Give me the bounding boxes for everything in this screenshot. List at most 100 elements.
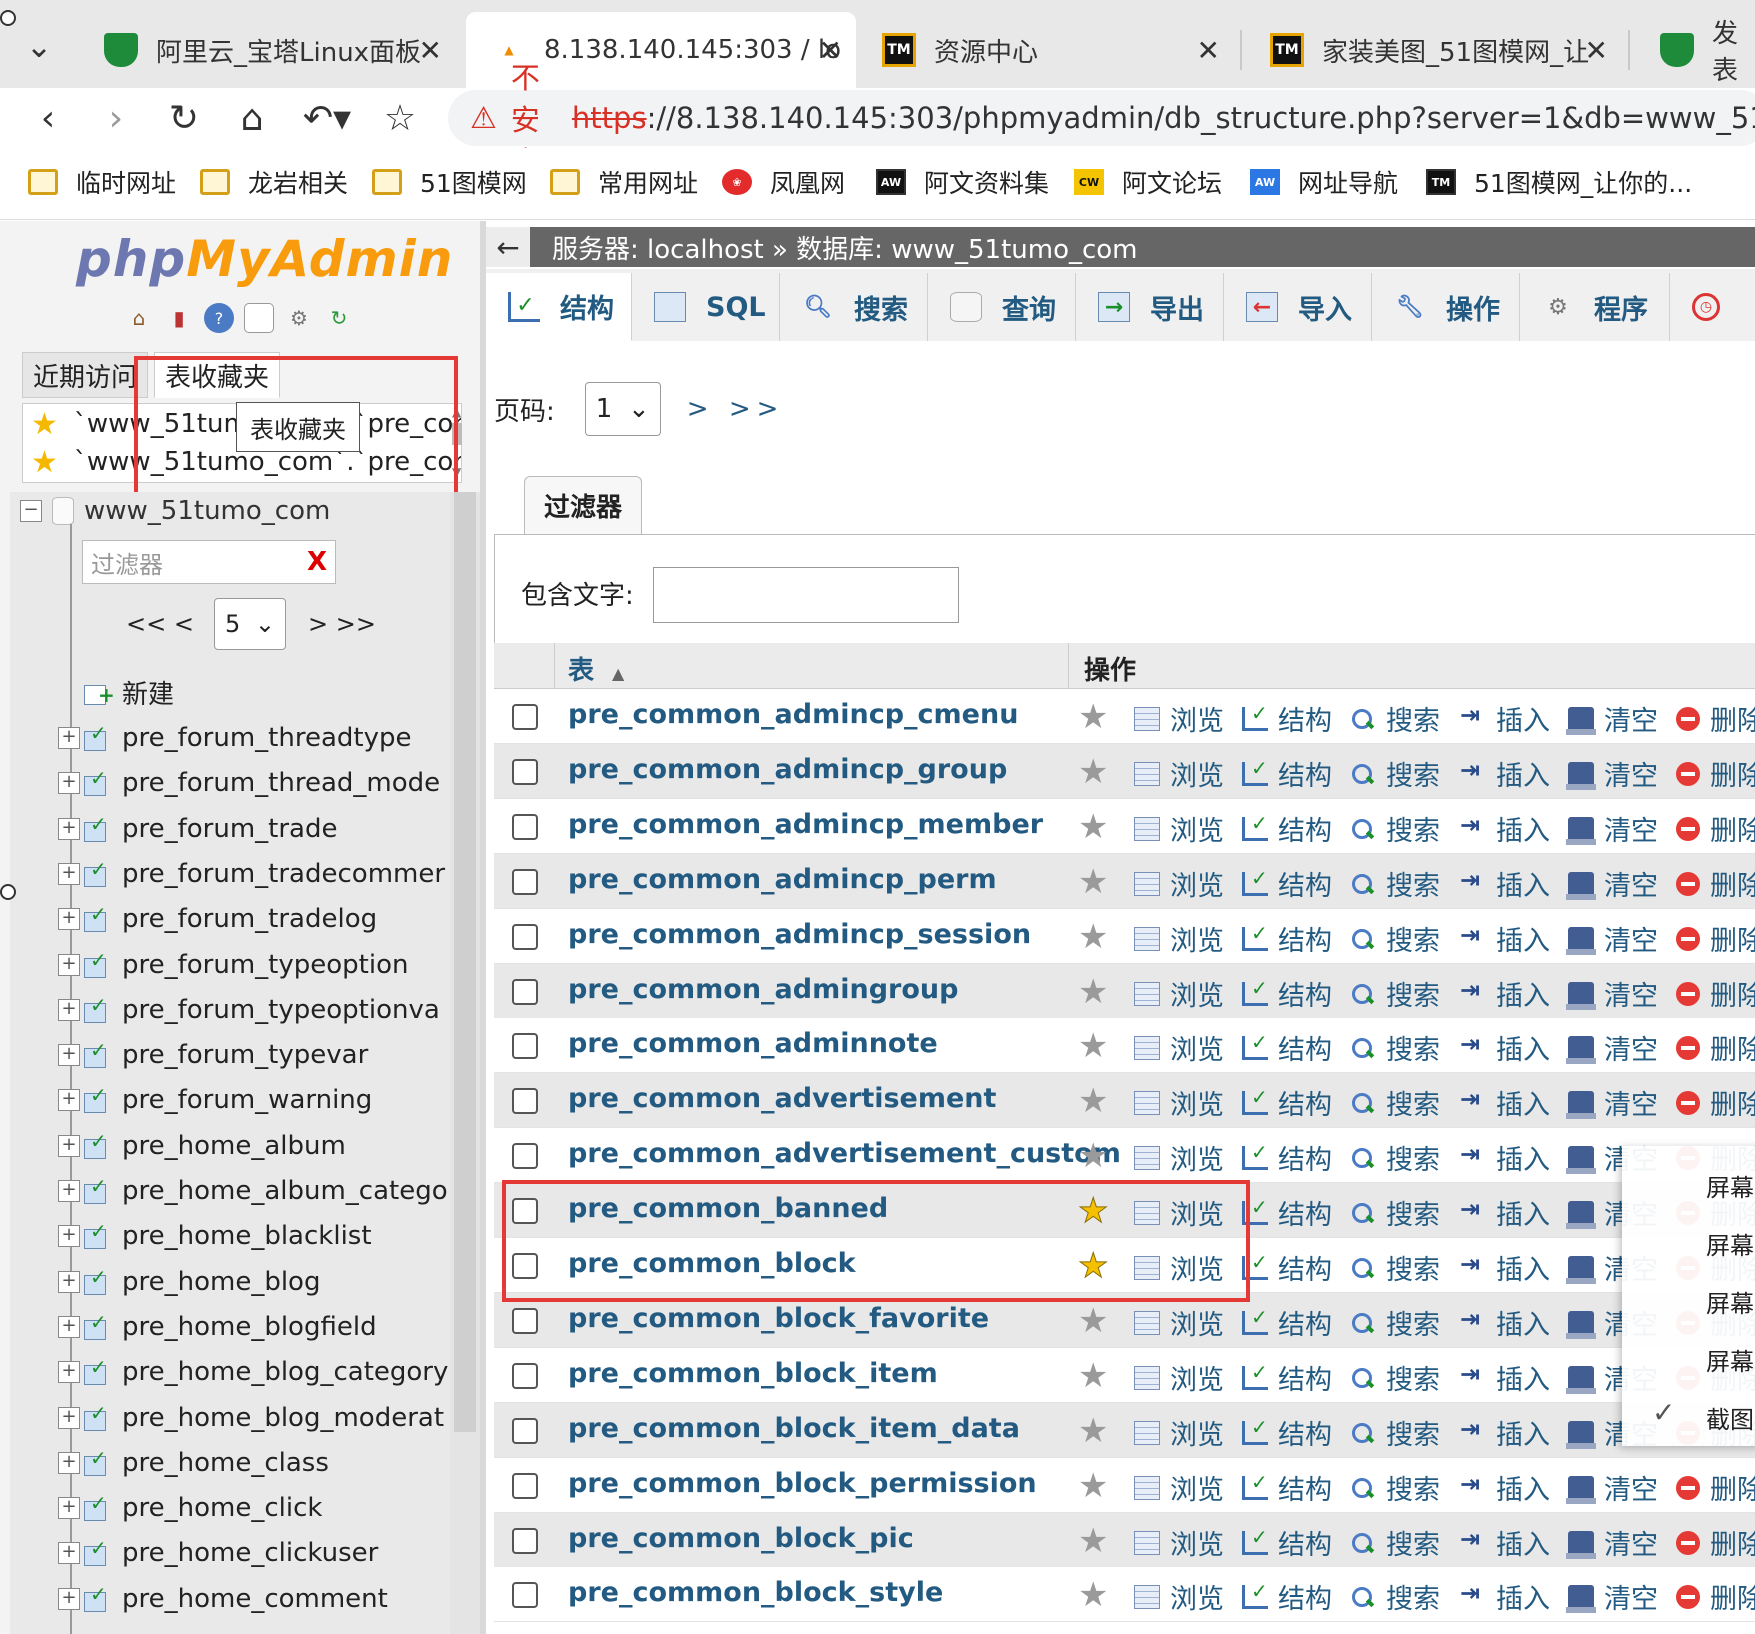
tree-table-item[interactable]: + pre_home_blog xyxy=(58,1262,320,1302)
collapse-icon[interactable]: − xyxy=(20,500,42,522)
action-drop[interactable]: 删除 xyxy=(1676,864,1755,903)
row-checkbox[interactable] xyxy=(512,1363,538,1389)
expand-icon[interactable]: + xyxy=(58,1588,80,1610)
expand-icon[interactable]: + xyxy=(58,1452,80,1474)
action-browse[interactable]: 浏览 xyxy=(1134,1028,1224,1067)
tab-sql[interactable]: SQL xyxy=(632,273,780,341)
context-menu-item[interactable]: 屏幕 xyxy=(1706,1226,1754,1261)
action-search[interactable]: 搜索 xyxy=(1350,974,1440,1013)
table-name-link[interactable]: pre_common_admingroup xyxy=(568,974,958,1005)
tree-table-item[interactable]: + pre_forum_threadtype xyxy=(58,718,411,758)
address-bar[interactable]: ⚠ 不安全 https ://8.138.140.145:303/phpmyad… xyxy=(448,61,1755,179)
browser-tab-publish[interactable]: 发表 xyxy=(1634,12,1755,88)
row-checkbox[interactable] xyxy=(512,1473,538,1499)
tree-table-item[interactable]: + pre_forum_tradelog xyxy=(58,899,377,939)
tab-export[interactable]: → 导出 xyxy=(1076,273,1224,341)
action-drop[interactable]: 删除 xyxy=(1676,699,1755,738)
action-drop[interactable]: 删除 xyxy=(1676,1083,1755,1122)
action-insert[interactable]: 插入 xyxy=(1460,864,1550,903)
action-drop[interactable]: 删除 xyxy=(1676,1577,1755,1616)
expand-icon[interactable]: + xyxy=(58,1407,80,1429)
expand-icon[interactable]: + xyxy=(58,908,80,930)
action-insert[interactable]: 插入 xyxy=(1460,1413,1550,1452)
action-insert[interactable]: 插入 xyxy=(1460,1028,1550,1067)
action-structure[interactable]: 结构 xyxy=(1242,1303,1332,1342)
action-structure[interactable]: 结构 xyxy=(1242,699,1332,738)
action-insert[interactable]: 插入 xyxy=(1460,754,1550,793)
action-search[interactable]: 搜索 xyxy=(1350,1303,1440,1342)
expand-icon[interactable]: + xyxy=(58,1180,80,1202)
action-structure[interactable]: 结构 xyxy=(1242,864,1332,903)
tree-table-item[interactable]: + pre_forum_thread_mode xyxy=(58,763,440,803)
expand-icon[interactable]: + xyxy=(58,1497,80,1519)
action-drop[interactable]: 删除 xyxy=(1676,1028,1755,1067)
forward-icon[interactable]: › xyxy=(90,88,142,148)
tree-table-item[interactable]: + pre_home_blog_category xyxy=(58,1352,448,1392)
favorite-star-icon[interactable]: ★ xyxy=(1078,1575,1108,1615)
scrollbar-thumb[interactable] xyxy=(454,492,476,1432)
tree-table-item[interactable]: + pre_home_comment xyxy=(58,1579,388,1619)
close-tab-icon[interactable]: ✕ xyxy=(1585,34,1608,67)
selection-handle[interactable] xyxy=(0,884,16,900)
table-name-link[interactable]: pre_common_block_permission xyxy=(568,1468,1037,1499)
action-empty[interactable]: 清空 xyxy=(1566,919,1658,958)
reload-icon[interactable]: ↻ xyxy=(158,88,210,148)
favorite-star-icon[interactable]: ★ xyxy=(1078,1411,1108,1451)
context-menu-item[interactable]: 屏幕 xyxy=(1706,1168,1754,1203)
bookmark-star-icon[interactable]: ☆ xyxy=(374,88,426,148)
table-name-link[interactable]: pre_common_block_item xyxy=(568,1358,938,1389)
action-browse[interactable]: 浏览 xyxy=(1134,754,1224,793)
action-insert[interactable]: 插入 xyxy=(1460,1577,1550,1616)
action-empty[interactable]: 清空 xyxy=(1566,1523,1658,1562)
row-checkbox[interactable] xyxy=(512,979,538,1005)
browser-tab-baota[interactable]: 阿里云_宝塔Linux面板 ✕ xyxy=(78,12,456,88)
action-browse[interactable]: 浏览 xyxy=(1134,974,1224,1013)
favorite-star-icon[interactable]: ★ xyxy=(1078,1136,1108,1176)
tree-table-item[interactable]: + pre_forum_tradecommer xyxy=(58,854,445,894)
action-search[interactable]: 搜索 xyxy=(1350,919,1440,958)
context-menu-item[interactable]: 屏幕 xyxy=(1706,1342,1754,1377)
tree-table-item[interactable]: + pre_forum_typeoption xyxy=(58,945,408,985)
favorite-star-icon[interactable]: ★ xyxy=(1078,807,1108,847)
help-icon[interactable]: ? xyxy=(204,303,234,333)
action-structure[interactable]: 结构 xyxy=(1242,1523,1332,1562)
expand-icon[interactable]: + xyxy=(58,1225,80,1247)
tab-recent[interactable]: 近期访问 xyxy=(22,352,149,398)
action-search[interactable]: 搜索 xyxy=(1350,1083,1440,1122)
action-empty[interactable]: 清空 xyxy=(1566,1083,1658,1122)
favorite-star-icon[interactable]: ★ xyxy=(1078,1521,1108,1561)
action-structure[interactable]: 结构 xyxy=(1242,1193,1332,1232)
action-browse[interactable]: 浏览 xyxy=(1134,1083,1224,1122)
close-tab-icon[interactable]: ✕ xyxy=(1197,34,1220,67)
expand-icon[interactable]: + xyxy=(58,1271,80,1293)
expand-icon[interactable]: + xyxy=(58,863,80,885)
action-search[interactable]: 搜索 xyxy=(1350,809,1440,848)
tree-table-item[interactable]: + pre_forum_typevar xyxy=(58,1035,368,1075)
close-tab-icon[interactable]: ✕ xyxy=(819,34,842,67)
tab-search[interactable]: 🔍︎ 搜索 xyxy=(780,273,928,341)
bookmark-link[interactable]: AW 网址导航 xyxy=(1250,162,1398,202)
tree-filter-input[interactable]: 过滤器 X xyxy=(82,540,336,584)
tree-table-item[interactable]: + pre_home_album_catego xyxy=(58,1171,448,1211)
bookmark-link[interactable]: ❀ 凤凰网 xyxy=(722,162,845,202)
action-search[interactable]: 搜索 xyxy=(1350,1413,1440,1452)
tree-table-item[interactable]: + pre_forum_trade xyxy=(58,809,338,849)
row-checkbox[interactable] xyxy=(512,869,538,895)
tree-table-item[interactable]: + pre_home_blacklist xyxy=(58,1216,372,1256)
expand-icon[interactable]: + xyxy=(58,1044,80,1066)
expand-icon[interactable]: + xyxy=(58,1089,80,1111)
action-empty[interactable]: 清空 xyxy=(1566,974,1658,1013)
tab-routines[interactable]: ⚙ 程序 xyxy=(1520,273,1670,341)
action-browse[interactable]: 浏览 xyxy=(1134,809,1224,848)
row-checkbox[interactable] xyxy=(512,1528,538,1554)
browser-tab-51tumo[interactable]: TM 家装美图_51图模网_让 ✕ xyxy=(1244,12,1622,88)
favorite-star-icon[interactable]: ★ xyxy=(1078,752,1108,792)
expand-icon[interactable]: + xyxy=(58,1135,80,1157)
action-search[interactable]: 搜索 xyxy=(1350,1028,1440,1067)
action-insert[interactable]: 插入 xyxy=(1460,1358,1550,1397)
action-empty[interactable]: 清空 xyxy=(1566,809,1658,848)
row-checkbox[interactable] xyxy=(512,1418,538,1444)
gear-icon[interactable]: ⚙ xyxy=(284,303,314,333)
tab-query[interactable]: 查询 xyxy=(928,273,1076,341)
row-checkbox[interactable] xyxy=(512,814,538,840)
